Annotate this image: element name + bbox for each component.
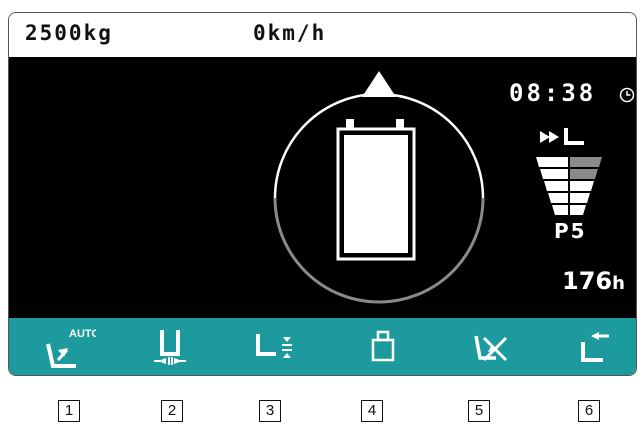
key-2[interactable]: 2: [161, 400, 183, 422]
softkey-2[interactable]: [140, 318, 200, 375]
softkey-4[interactable]: [353, 318, 413, 375]
load-readout: 2500kg: [25, 21, 113, 45]
lift-up-icon: [581, 331, 609, 362]
weight-icon: [371, 330, 395, 361]
fork-positioner-icon: [154, 329, 186, 365]
speed-level-indicator: [536, 128, 602, 215]
auto-tilt-icon: AUTO: [46, 328, 96, 368]
key-4[interactable]: 4: [361, 400, 383, 422]
fast-forward-icon: [540, 131, 559, 143]
hour-meter-value: 176: [562, 267, 613, 295]
softkey-bar: AUTO: [9, 318, 636, 375]
softkey-6[interactable]: [566, 318, 626, 375]
tilt-disabled-icon: [474, 335, 508, 361]
hardware-key-row: 1 2 3 4 5 6: [0, 400, 643, 424]
auto-label: AUTO: [69, 328, 96, 340]
hour-meter: 176h: [562, 267, 625, 295]
display-panel: 2500kg 0km/h 08:38 P5 176h AUT: [8, 12, 637, 376]
softkey-1[interactable]: AUTO: [36, 318, 96, 375]
key-1[interactable]: 1: [58, 400, 80, 422]
key-6[interactable]: 6: [578, 400, 600, 422]
gear-level: P5: [554, 219, 587, 243]
key-3[interactable]: 3: [259, 400, 281, 422]
fork-icon: [564, 128, 584, 145]
main-screen: 08:38 P5 176h: [9, 57, 636, 318]
hour-meter-unit: h: [612, 273, 625, 294]
speed-readout: 0km/h: [253, 21, 327, 45]
speed-bars: [536, 157, 602, 215]
softkey-3[interactable]: [245, 318, 305, 375]
softkey-5[interactable]: [461, 318, 521, 375]
key-5[interactable]: 5: [468, 400, 490, 422]
status-bar: 2500kg 0km/h: [9, 13, 636, 57]
fork-height-icon: [256, 333, 292, 358]
